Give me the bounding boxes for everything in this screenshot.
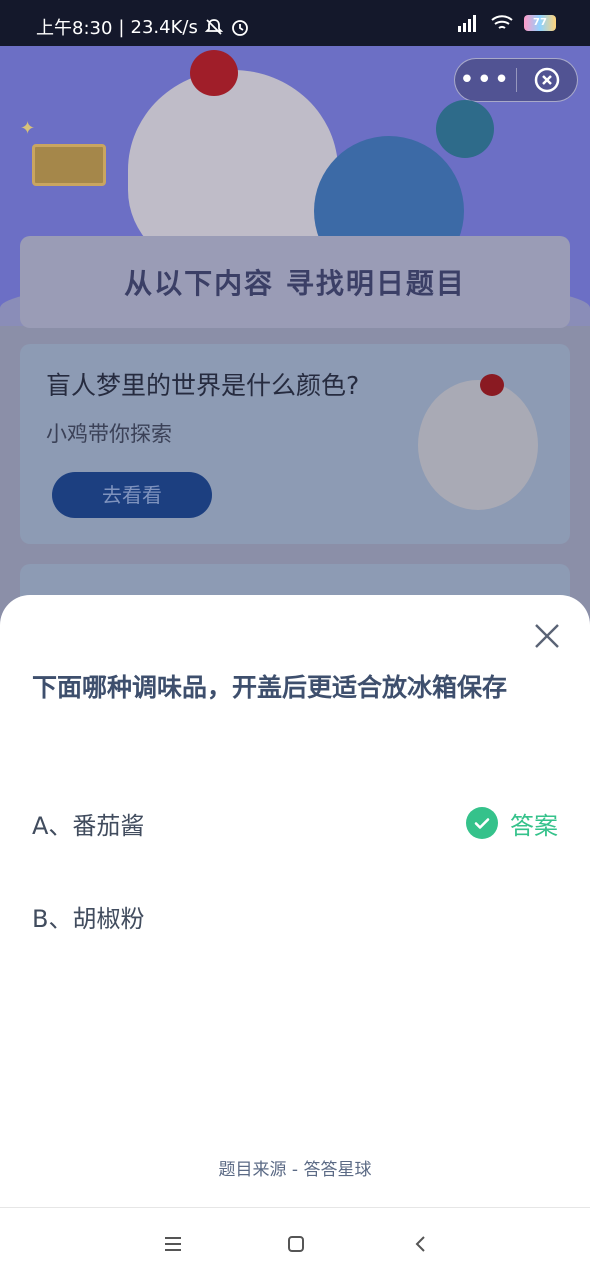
- option-a-label: A、番茄酱: [32, 811, 145, 840]
- question-text: 下面哪种调味品，开盖后更适合放冰箱保存: [32, 673, 508, 702]
- answer-label: 答案: [510, 811, 558, 840]
- globe-illustration: [436, 100, 494, 158]
- chick-comb-illustration: [190, 50, 238, 96]
- status-right: 77: [456, 14, 556, 32]
- signal-icon: [458, 15, 476, 32]
- status-bar: 上午8:30 | 23.4K/s 77: [0, 0, 590, 46]
- back-icon[interactable]: [405, 1230, 435, 1258]
- answer-sheet: 下面哪种调味品，开盖后更适合放冰箱保存 A、番茄酱 答案 B、胡椒粉 题目来源 …: [0, 595, 590, 1207]
- miniprogram-capsule: •••: [454, 58, 578, 102]
- blindfold-chick-illustration: [418, 380, 538, 510]
- menu-icon[interactable]: [158, 1230, 188, 1258]
- check-circle-icon: [466, 807, 498, 839]
- sparkle-icon: ✦: [20, 118, 36, 139]
- more-icon[interactable]: •••: [455, 58, 516, 102]
- mute-icon: [204, 19, 224, 35]
- miniprogram-close-icon[interactable]: [516, 66, 577, 94]
- banner-title: 从以下内容 寻找明日题目: [124, 267, 466, 300]
- explore-card[interactable]: 盲人梦里的世界是什么颜色? 小鸡带你探索 去看看: [20, 344, 570, 544]
- battery-icon: 77: [524, 15, 556, 31]
- close-icon[interactable]: [532, 621, 562, 651]
- option-b-label: B、胡椒粉: [32, 904, 145, 933]
- chick-small-comb-illustration: [480, 374, 504, 396]
- medal-board-illustration: [32, 144, 106, 186]
- question-source: 题目来源 - 答答星球: [218, 1160, 372, 1180]
- status-left: 上午8:30 | 23.4K/s: [36, 14, 250, 40]
- go-see-button[interactable]: 去看看: [52, 472, 212, 518]
- status-time: 上午8:30: [36, 18, 113, 39]
- explore-card-subtitle: 小鸡带你探索: [46, 422, 172, 446]
- system-nav-bar: [0, 1207, 590, 1278]
- alarm-icon: [231, 20, 248, 36]
- home-icon[interactable]: [281, 1230, 311, 1258]
- explore-card-question: 盲人梦里的世界是什么颜色?: [46, 371, 360, 400]
- option-a[interactable]: A、番茄酱 答案: [32, 799, 558, 847]
- network-speed: 23.4K/s: [130, 16, 198, 38]
- answer-marker: 答案: [466, 806, 558, 841]
- banner-title-card: 从以下内容 寻找明日题目: [20, 236, 570, 328]
- status-divider: |: [118, 16, 125, 38]
- option-b[interactable]: B、胡椒粉: [32, 892, 558, 940]
- wifi-icon: [491, 15, 513, 29]
